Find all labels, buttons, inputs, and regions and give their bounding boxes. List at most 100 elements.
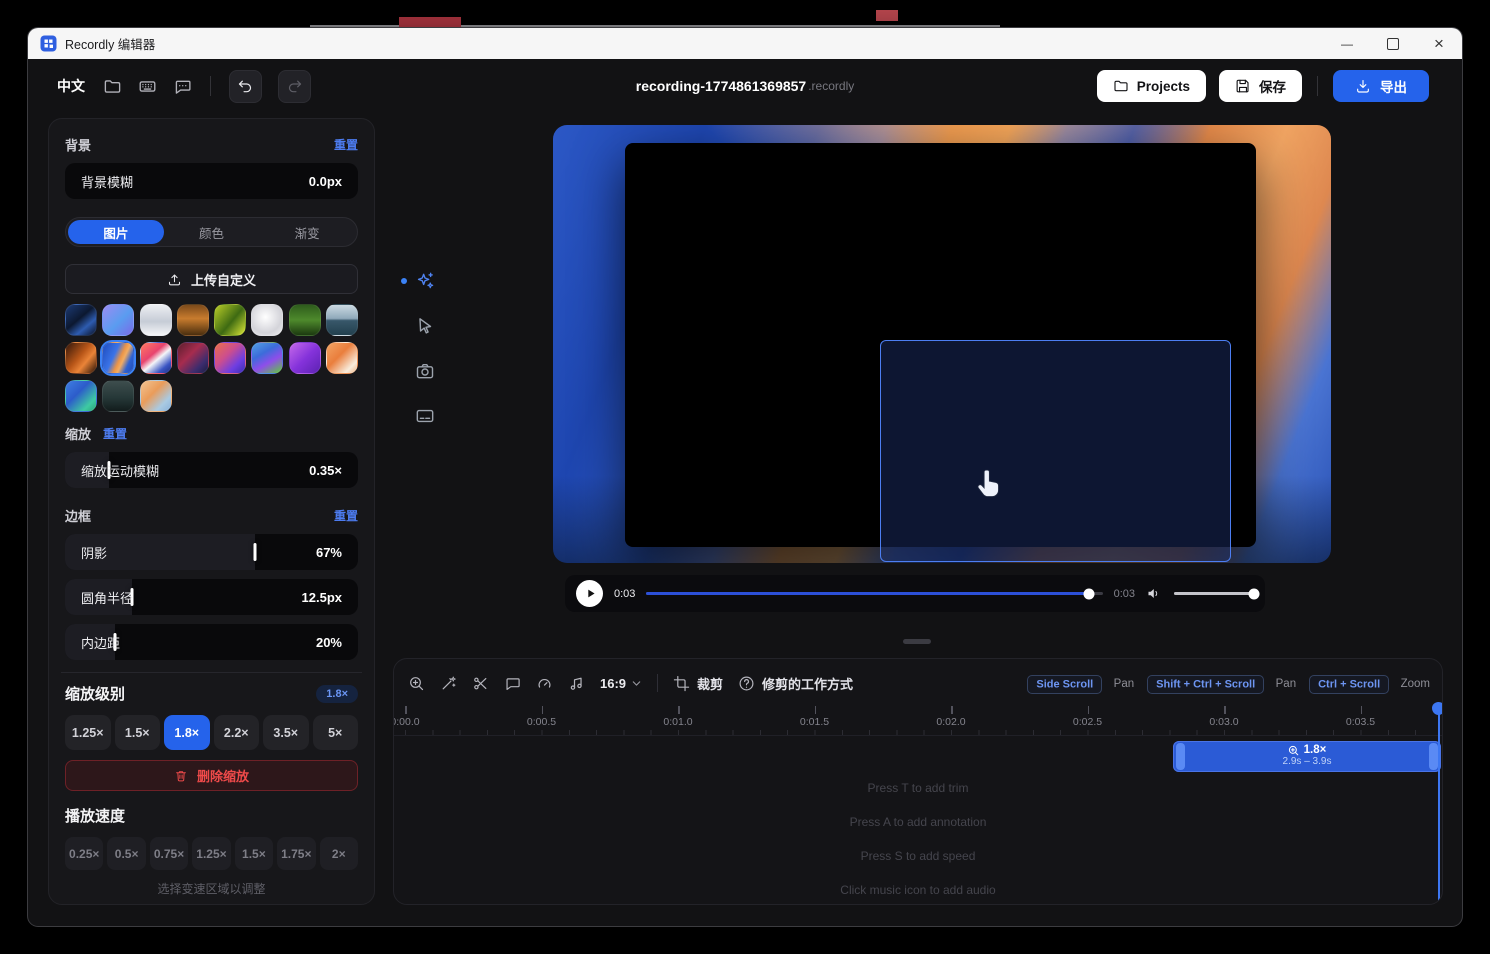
magic-wand-icon[interactable] bbox=[440, 675, 457, 692]
export-label: 导出 bbox=[1380, 76, 1407, 96]
zoom-motion-blur-slider[interactable]: 缩放运动模糊 0.35× bbox=[65, 452, 358, 488]
background-thumbnail[interactable] bbox=[65, 342, 97, 374]
background-thumbnail[interactable] bbox=[65, 304, 97, 336]
clip-left-handle[interactable] bbox=[1176, 743, 1185, 770]
speed-option[interactable]: 2× bbox=[320, 837, 358, 870]
playhead-marker[interactable] bbox=[1432, 702, 1443, 715]
export-button[interactable]: 导出 bbox=[1333, 70, 1429, 102]
background-thumbnail[interactable] bbox=[326, 342, 358, 374]
cursor-tool[interactable] bbox=[414, 315, 436, 337]
background-type-tab[interactable]: 渐变 bbox=[259, 220, 355, 244]
annotation-icon[interactable] bbox=[504, 675, 521, 692]
speed-option[interactable]: 0.75× bbox=[150, 837, 188, 870]
feedback-icon[interactable] bbox=[173, 77, 192, 96]
background-thumbnail[interactable] bbox=[140, 380, 172, 412]
speaker-icon[interactable] bbox=[1146, 585, 1163, 602]
zoom-reset-link[interactable]: 重置 bbox=[103, 425, 127, 442]
background-thumbnail[interactable] bbox=[140, 304, 172, 336]
background-thumbnail[interactable] bbox=[289, 342, 321, 374]
speedometer-icon[interactable] bbox=[536, 675, 553, 692]
seek-fill bbox=[646, 592, 1088, 595]
seek-thumb[interactable] bbox=[1083, 588, 1094, 599]
shortcut-keys: Shift + Ctrl + Scroll bbox=[1147, 675, 1264, 694]
open-file-icon[interactable] bbox=[103, 77, 122, 96]
trim-help-button[interactable]: 修剪的工作方式 bbox=[738, 674, 853, 693]
background-thumbnail[interactable] bbox=[102, 304, 134, 336]
redo-button[interactable] bbox=[278, 70, 311, 103]
volume-fill bbox=[1174, 592, 1254, 595]
maximize-button[interactable] bbox=[1370, 28, 1416, 59]
playhead-line[interactable] bbox=[1438, 706, 1440, 902]
speed-option[interactable]: 1.75× bbox=[277, 837, 315, 870]
speed-option[interactable]: 0.25× bbox=[65, 837, 103, 870]
speed-option[interactable]: 1.25× bbox=[192, 837, 230, 870]
background-thumbnail[interactable] bbox=[289, 304, 321, 336]
background-thumbnail[interactable] bbox=[214, 342, 246, 374]
background-thumbnail[interactable] bbox=[65, 380, 97, 412]
delete-zoom-button[interactable]: 删除缩放 bbox=[65, 760, 358, 791]
zoom-level-option[interactable]: 3.5× bbox=[263, 715, 309, 750]
close-icon: × bbox=[1434, 34, 1444, 54]
slider-label: 内边距 bbox=[81, 633, 120, 652]
timeline-zoom-in-icon[interactable] bbox=[408, 675, 425, 692]
shortcut-hint: Side Scroll Pan bbox=[1027, 674, 1147, 692]
background-thumbnail[interactable] bbox=[251, 342, 283, 374]
border-reset-link[interactable]: 重置 bbox=[334, 507, 358, 524]
upload-custom-button[interactable]: 上传自定义 bbox=[65, 264, 358, 294]
background-thumbnail[interactable] bbox=[177, 304, 209, 336]
music-note-icon[interactable] bbox=[568, 675, 585, 692]
volume-slider[interactable] bbox=[1174, 592, 1254, 595]
close-button[interactable]: × bbox=[1416, 28, 1462, 59]
ai-effects-tool[interactable] bbox=[414, 270, 436, 292]
zoom-clip[interactable]: 1.8× 2.9s – 3.9s bbox=[1173, 741, 1441, 772]
speed-option[interactable]: 1.5× bbox=[235, 837, 273, 870]
background-thumbnail[interactable] bbox=[177, 342, 209, 374]
aspect-ratio-dropdown[interactable]: 16:9 bbox=[600, 676, 642, 691]
background-reset-link[interactable]: 重置 bbox=[334, 136, 358, 153]
keyboard-shortcuts-icon[interactable] bbox=[138, 77, 157, 96]
border-slider[interactable]: 内边距 20% bbox=[65, 624, 358, 660]
shortcut-action: Pan bbox=[1276, 678, 1296, 690]
video-preview[interactable] bbox=[553, 125, 1331, 563]
border-slider[interactable]: 圆角半径 12.5px bbox=[65, 579, 358, 615]
captions-tool[interactable] bbox=[414, 405, 436, 427]
screenshot-tool[interactable] bbox=[414, 360, 436, 382]
play-button[interactable] bbox=[576, 580, 603, 607]
zoom-level-option[interactable]: 2.2× bbox=[214, 715, 260, 750]
background-thumbnail[interactable] bbox=[140, 342, 172, 374]
zoom-selection-rect[interactable] bbox=[880, 340, 1231, 562]
undo-button[interactable] bbox=[229, 70, 262, 103]
canvas-tools bbox=[403, 270, 447, 427]
border-slider[interactable]: 阴影 67% bbox=[65, 534, 358, 570]
timeline-ruler[interactable]: 0:00.0 0:00.5 0:01.0 0:01.5 0:02.0 0:02.… bbox=[394, 706, 1442, 736]
background-blur-slider[interactable]: 背景模糊 0.0px bbox=[65, 163, 358, 199]
seek-bar[interactable] bbox=[646, 592, 1102, 595]
zoom-level-option[interactable]: 5× bbox=[313, 715, 359, 750]
crop-button[interactable]: 裁剪 bbox=[673, 674, 723, 693]
background-thumbnail[interactable] bbox=[102, 380, 134, 412]
minimize-button[interactable]: — bbox=[1324, 28, 1370, 59]
speed-option[interactable]: 0.5× bbox=[107, 837, 145, 870]
volume-thumb[interactable] bbox=[1249, 588, 1260, 599]
background-type-tab[interactable]: 颜色 bbox=[164, 220, 260, 244]
slider-thumb[interactable] bbox=[254, 543, 257, 561]
clip-right-handle[interactable] bbox=[1429, 743, 1438, 770]
recording-frame bbox=[625, 143, 1256, 547]
background-thumbnail[interactable] bbox=[326, 304, 358, 336]
zoom-level-option[interactable]: 1.5× bbox=[115, 715, 161, 750]
zoom-level-option[interactable]: 1.8× bbox=[164, 715, 210, 750]
scissors-icon[interactable] bbox=[472, 675, 489, 692]
save-button[interactable]: 保存 bbox=[1219, 70, 1302, 102]
zoom-level-option[interactable]: 1.25× bbox=[65, 715, 111, 750]
background-type-tab[interactable]: 图片 bbox=[68, 220, 164, 244]
background-thumbnail[interactable] bbox=[102, 342, 134, 374]
zoom-motion-blur-label: 缩放运动模糊 bbox=[81, 461, 159, 480]
projects-button[interactable]: Projects bbox=[1097, 70, 1206, 102]
background-thumbnails bbox=[65, 304, 358, 412]
background-thumbnail[interactable] bbox=[251, 304, 283, 336]
window-controls: — × bbox=[1324, 28, 1462, 59]
background-thumbnail[interactable] bbox=[214, 304, 246, 336]
save-icon bbox=[1235, 78, 1251, 94]
language-toggle[interactable]: 中文 bbox=[55, 74, 87, 98]
panel-resize-handle[interactable] bbox=[903, 639, 931, 644]
